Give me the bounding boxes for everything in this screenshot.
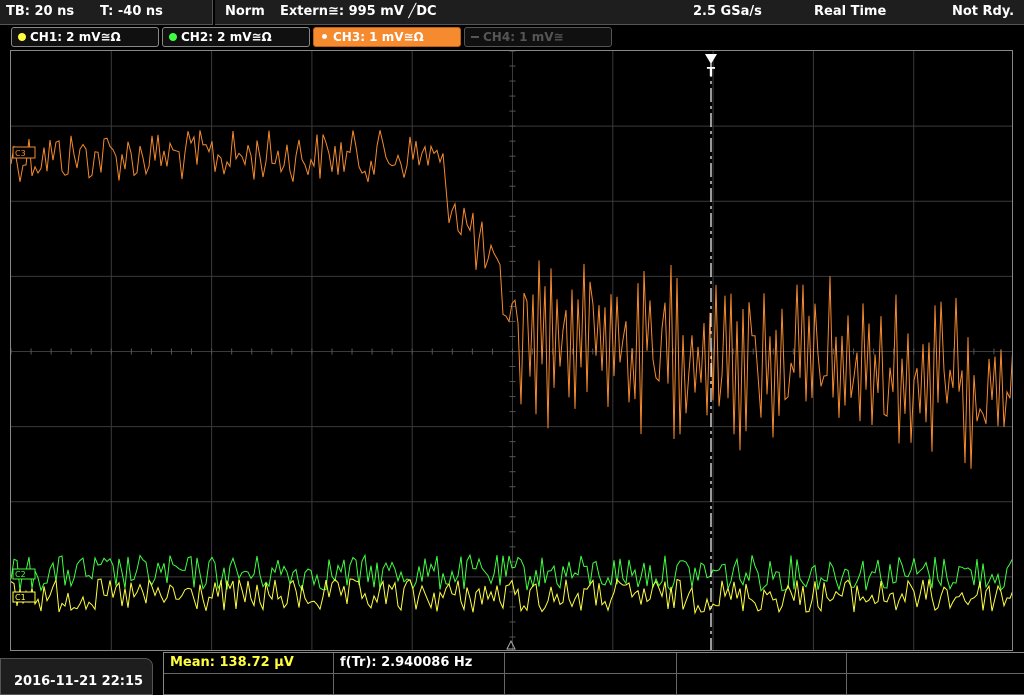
channel-4-tab[interactable]: CH4: 1 mV≅ [464, 27, 612, 47]
channel-3-dot-icon [320, 32, 329, 41]
timebase-panel[interactable]: TB: 20 ns T: -40 ns [0, 0, 213, 25]
trigger-position-label[interactable]: T: -40 ns [100, 4, 163, 19]
footer: 2016-11-21 22:15 Mean: 138.72 µV f(Tr): … [0, 652, 1024, 695]
channel-1-level-marker[interactable]: C1 [12, 591, 36, 603]
measurement-empty-cell[interactable] [505, 674, 677, 695]
measurement-empty-cell[interactable] [164, 674, 334, 695]
status-label: Not Rdy. [952, 4, 1015, 19]
channel-2-level-marker[interactable]: C2 [12, 568, 36, 580]
status-bar: TB: 20 ns T: -40 ns Norm Extern≅: 995 mV… [0, 0, 1024, 25]
channel-3-marker-label: C3 [15, 149, 26, 158]
trigger-source-label[interactable]: Extern≅: 995 mV ╱DC [280, 4, 437, 19]
timebase-label[interactable]: TB: 20 ns [6, 4, 74, 19]
channel-3-label: CH3: 1 mV≅Ω [333, 30, 424, 44]
measurement-freq-label: f(Tr): 2.940086 Hz [340, 655, 473, 670]
channel-4-off-icon [471, 36, 479, 38]
datetime-panel: 2016-11-21 22:15 [0, 658, 153, 695]
channel-1-dot-icon [18, 33, 26, 41]
time-reference-icon [506, 639, 516, 650]
measurement-empty-cell[interactable] [847, 653, 1024, 674]
channel-2-marker-label: C2 [15, 570, 26, 579]
channel-3-tab[interactable]: CH3: 1 mV≅Ω [313, 27, 461, 47]
sample-rate-label[interactable]: 2.5 GSa/s [693, 4, 762, 19]
measurement-mean-cell[interactable]: Mean: 138.72 µV [164, 653, 334, 674]
trigger-mode-label[interactable]: Norm [225, 4, 265, 19]
trigger-marker-label: T [707, 65, 716, 79]
measurement-freq-cell[interactable]: f(Tr): 2.940086 Hz [334, 653, 505, 674]
measurement-empty-cell[interactable] [334, 674, 505, 695]
channel-2-label: CH2: 2 mV≅Ω [181, 30, 272, 44]
acquisition-mode-label[interactable]: Real Time [814, 4, 886, 19]
channel-1-tab[interactable]: CH1: 2 mV≅Ω [11, 27, 159, 47]
channel-1-marker-label: C1 [15, 593, 26, 602]
measurement-empty-cell[interactable] [677, 653, 847, 674]
waveform-display[interactable]: T C3 C2 C1 [10, 50, 1013, 651]
channel-3-level-marker[interactable]: C3 [12, 146, 36, 159]
measurement-empty-cell[interactable] [505, 653, 677, 674]
channel-tabs: CH1: 2 mV≅Ω CH2: 2 mV≅Ω CH3: 1 mV≅Ω CH4:… [0, 26, 1024, 48]
measurement-empty-cell[interactable] [847, 674, 1024, 695]
measurement-mean-label: Mean: 138.72 µV [170, 655, 294, 670]
channel-4-label: CH4: 1 mV≅ [483, 30, 564, 44]
trigger-panel[interactable]: Norm Extern≅: 995 mV ╱DC 2.5 GSa/s Real … [215, 0, 1024, 25]
channel-1-label: CH1: 2 mV≅Ω [30, 30, 121, 44]
measurement-empty-cell[interactable] [677, 674, 847, 695]
trigger-marker-icon[interactable] [705, 54, 717, 64]
waveform-canvas[interactable]: T C3 C2 C1 [11, 51, 1013, 651]
channel-2-dot-icon [169, 33, 177, 41]
measurement-table[interactable]: Mean: 138.72 µV f(Tr): 2.940086 Hz [163, 652, 1024, 695]
channel-2-tab[interactable]: CH2: 2 mV≅Ω [162, 27, 310, 47]
datetime-label: 2016-11-21 22:15 [14, 674, 144, 689]
